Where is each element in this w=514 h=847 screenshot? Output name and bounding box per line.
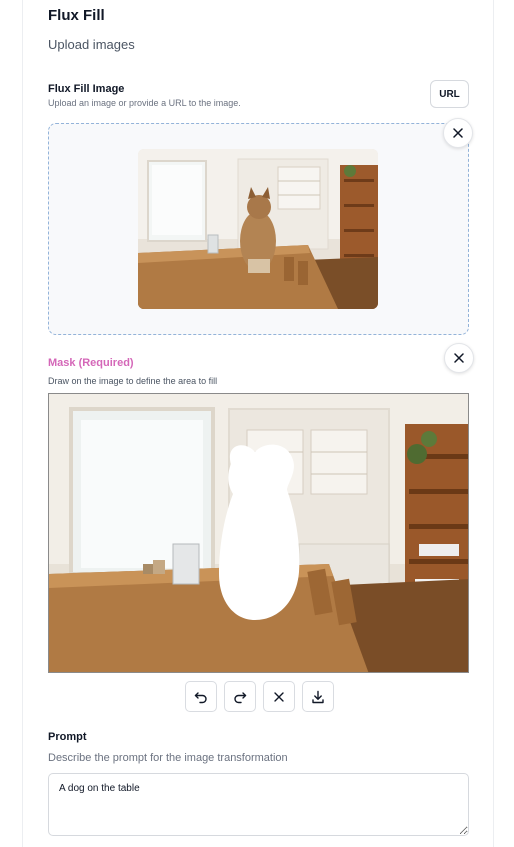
prompt-label: Prompt <box>48 731 87 743</box>
redo-icon <box>234 691 247 703</box>
mask-drawing-canvas[interactable] <box>48 393 469 673</box>
undo-icon <box>194 691 207 703</box>
download-mask-button[interactable] <box>302 681 334 712</box>
prompt-textarea[interactable]: A dog on the table <box>48 773 469 836</box>
redo-button[interactable] <box>224 681 256 712</box>
prompt-help: Describe the prompt for the image transf… <box>48 752 288 764</box>
close-icon <box>453 128 463 138</box>
mask-field-label: Mask (Required) <box>48 357 134 369</box>
close-icon <box>274 691 284 702</box>
image-field-label: Flux Fill Image <box>48 83 125 95</box>
remove-image-button[interactable] <box>443 118 473 148</box>
url-button[interactable]: URL <box>430 80 469 108</box>
app-title: Flux Fill <box>48 7 105 24</box>
image-field-help: Upload an image or provide a URL to the … <box>48 98 241 108</box>
mask-field-help: Draw on the image to define the area to … <box>48 376 218 386</box>
undo-button[interactable] <box>185 681 217 712</box>
clear-mask-button[interactable] <box>263 681 295 712</box>
mask-toolbar <box>185 681 334 712</box>
close-icon <box>454 353 464 363</box>
download-icon <box>312 690 324 703</box>
remove-mask-button[interactable] <box>444 343 474 373</box>
uploaded-image-thumbnail <box>138 149 378 309</box>
section-subtitle: Upload images <box>48 37 135 52</box>
